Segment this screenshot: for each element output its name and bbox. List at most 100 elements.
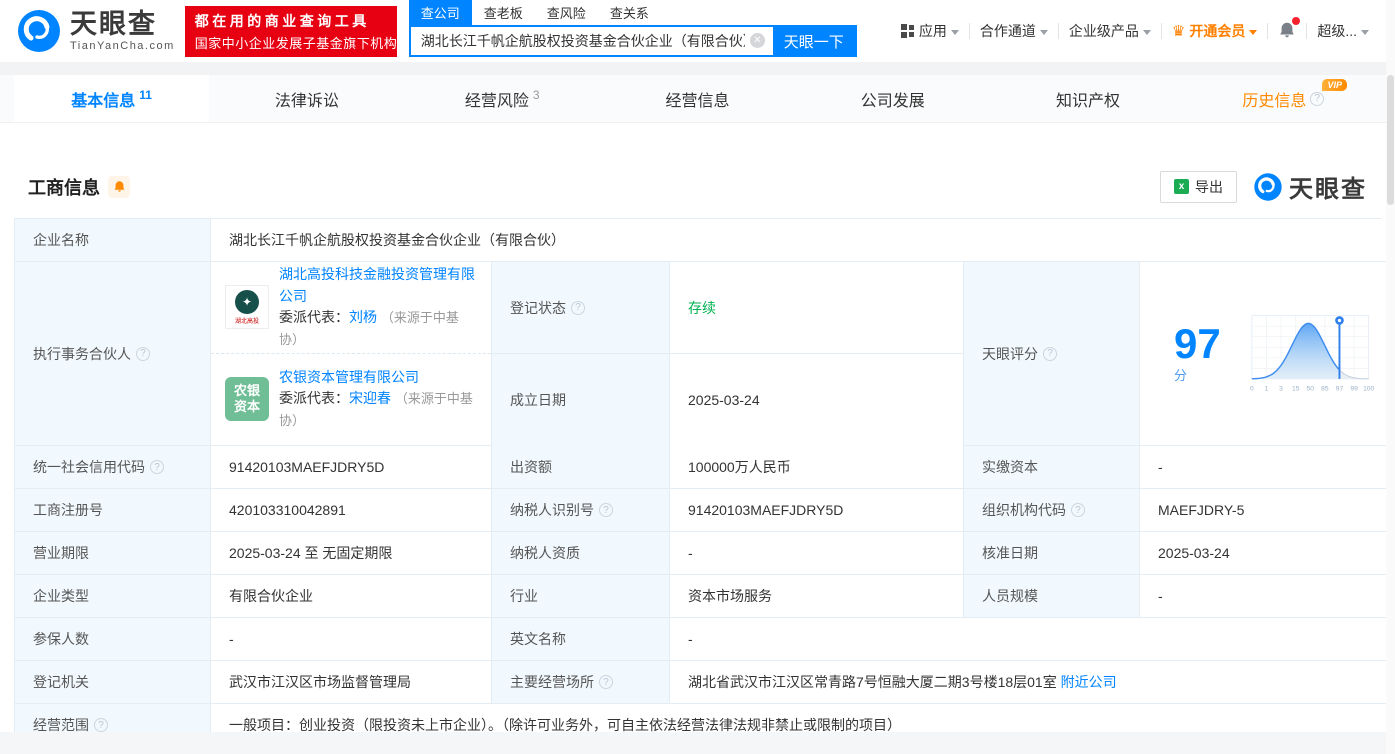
search-area: 查公司 查老板 查风险 查关系 天眼一下 ✕ [409,3,857,57]
field-label-main-premises: 主要经营场所 ? [492,661,670,704]
field-value-reg-number: 420103310042891 [211,489,492,532]
field-label-contribution: 出资额 [492,446,670,489]
bell-icon [113,180,126,193]
brand-name: 天眼查 [70,11,175,38]
notification-bell[interactable] [1268,21,1306,42]
field-value-staff-size: - [1140,575,1394,618]
watermark-text: 天眼查 [1289,169,1367,204]
tianyancha-eye-icon [1253,172,1283,202]
search-tab-relation[interactable]: 查关系 [598,0,661,25]
partner2-rep-link[interactable]: 宋迎春 [349,390,391,406]
company-name-value: 湖北长江千帆企航股权投资基金合伙企业（有限合伙） [229,230,565,250]
field-label-business-term: 营业期限 [15,532,211,575]
menu-apps-label: 应用 [919,21,947,41]
brand-domain: TianYanCha.com [70,40,175,52]
clear-search-icon[interactable]: ✕ [750,33,765,48]
menu-cooperation-label: 合作通道 [980,21,1036,41]
tab-label: 法律诉讼 [275,87,339,111]
search-input[interactable] [411,27,773,55]
help-icon[interactable]: ? [571,301,585,315]
menu-enterprise[interactable]: 企业级产品 [1059,21,1161,41]
scrollbar-thumb[interactable] [1387,75,1394,205]
tab-basic-info[interactable]: 基本信息 11 [14,75,209,122]
tab-legal[interactable]: 法律诉讼 [209,75,404,122]
chevron-down-icon [951,30,959,35]
partner1-rep-link[interactable]: 刘杨 [349,309,377,325]
score-number: 97 [1174,320,1221,367]
help-icon[interactable]: ? [1071,503,1085,517]
export-label: 导出 [1195,177,1223,197]
partner-entry: 农银 资本 农银资本管理有限公司 委派代表：宋迎春 （来源于中基协） [211,354,491,446]
field-value-company-type: 有限合伙企业 [211,575,492,618]
tab-company-development[interactable]: 公司发展 [795,75,990,122]
field-label-approval-date: 核准日期 [964,532,1140,575]
tab-label: 经营信息 [665,87,729,111]
notification-dot [1292,17,1300,25]
partner1-company-link[interactable]: 湖北高投科技金融投资管理有限公司 [279,266,475,304]
chevron-down-icon [1361,30,1369,35]
monitor-bell-button[interactable] [108,176,130,198]
nearby-companies-link[interactable]: 附近公司 [1061,672,1117,692]
partner2-logo[interactable]: 农银 资本 [225,377,269,421]
search-button[interactable]: 天眼一下 [773,27,855,55]
partner-entry: ✦ 湖北高投 湖北高投科技金融投资管理有限公司 委派代表：刘杨 （来源于中基协） [211,262,491,354]
help-icon[interactable]: ? [1043,347,1057,361]
field-value-approval-date: 2025-03-24 [1140,532,1394,575]
search-tab-risk[interactable]: 查风险 [535,0,598,25]
label-text: 统一社会信用代码 [33,457,145,477]
tab-history-info[interactable]: 历史信息 ? VIP [1186,75,1381,122]
chevron-down-icon [1143,30,1151,35]
field-value-industry: 资本市场服务 [670,575,964,618]
help-icon[interactable]: ? [136,347,150,361]
tab-label: 公司发展 [861,87,925,111]
rep-label: 委派代表： [279,309,349,325]
tianyancha-eye-icon [16,8,62,54]
partner1-logo[interactable]: ✦ 湖北高投 [225,285,269,329]
label-text: 组织机构代码 [982,500,1066,520]
partner2-company-link[interactable]: 农银资本管理有限公司 [279,369,419,385]
search-tab-boss[interactable]: 查老板 [472,0,535,25]
tianyancha-logo[interactable]: 天眼查 TianYanCha.com [16,8,175,54]
help-icon[interactable]: ? [599,503,613,517]
menu-vip[interactable]: ♛ 开通会员 [1162,21,1267,41]
tab-business-info[interactable]: 经营信息 [600,75,795,122]
svg-text:3: 3 [1279,385,1283,392]
menu-cooperation[interactable]: 合作通道 [970,21,1058,41]
label-text: 执行事务合伙人 [33,344,131,364]
search-tab-company[interactable]: 查公司 [409,0,472,25]
label-text: 天眼评分 [982,344,1038,364]
export-button[interactable]: x 导出 [1160,171,1237,203]
score-distribution-chart: 0 1 3 15 50 85 97 99 100 [1248,308,1374,400]
help-icon[interactable]: ? [1310,92,1324,106]
field-label-industry: 行业 [492,575,670,618]
tab-label: 历史信息 [1242,87,1306,111]
scrollbar-track[interactable] [1386,0,1395,754]
help-icon[interactable]: ? [94,718,108,732]
tab-intellectual-property[interactable]: 知识产权 [990,75,1185,122]
status-date-cell: 登记状态 ? 存续 成立日期 2025-03-24 [492,262,964,446]
field-label-tyc-score: 天眼评分 ? [964,262,1140,446]
field-label-staff-size: 人员规模 [964,575,1140,618]
menu-apps[interactable]: 应用 [891,21,969,41]
promo-line1: 都在用的商业查询工具 [195,11,387,31]
score-unit: 分 [1174,368,1187,383]
help-icon[interactable]: ? [150,460,164,474]
vip-badge: VIP [1322,79,1347,91]
chevron-down-icon [1040,30,1048,35]
top-menu: 应用 合作通道 企业级产品 ♛ 开通会员 超级... [891,21,1379,42]
label-text: 登记状态 [510,298,566,318]
field-value-org-code: MAEFJDRY-5 [1140,489,1394,532]
tab-operating-risk[interactable]: 经营风险 3 [405,75,600,122]
partner2-logo-line1: 农银 [234,383,260,399]
help-icon[interactable]: ? [599,675,613,689]
business-info-table: 企业名称 湖北长江千帆企航股权投资基金合伙企业（有限合伙） 执行事务合伙人 ? … [14,218,1381,747]
menu-vip-label: 开通会员 [1189,21,1245,41]
menu-super-vip[interactable]: 超级... [1307,21,1379,41]
curve-main [1252,323,1369,378]
section-title: 工商信息 [28,174,100,200]
field-label-reg-number: 工商注册号 [15,489,211,532]
executive-partners-cell: ✦ 湖北高投 湖北高投科技金融投资管理有限公司 委派代表：刘杨 （来源于中基协）… [211,262,492,446]
header-divider-strip [0,62,1395,75]
svg-text:99: 99 [1351,385,1359,392]
field-value-taxpayer-qualification: - [670,532,964,575]
